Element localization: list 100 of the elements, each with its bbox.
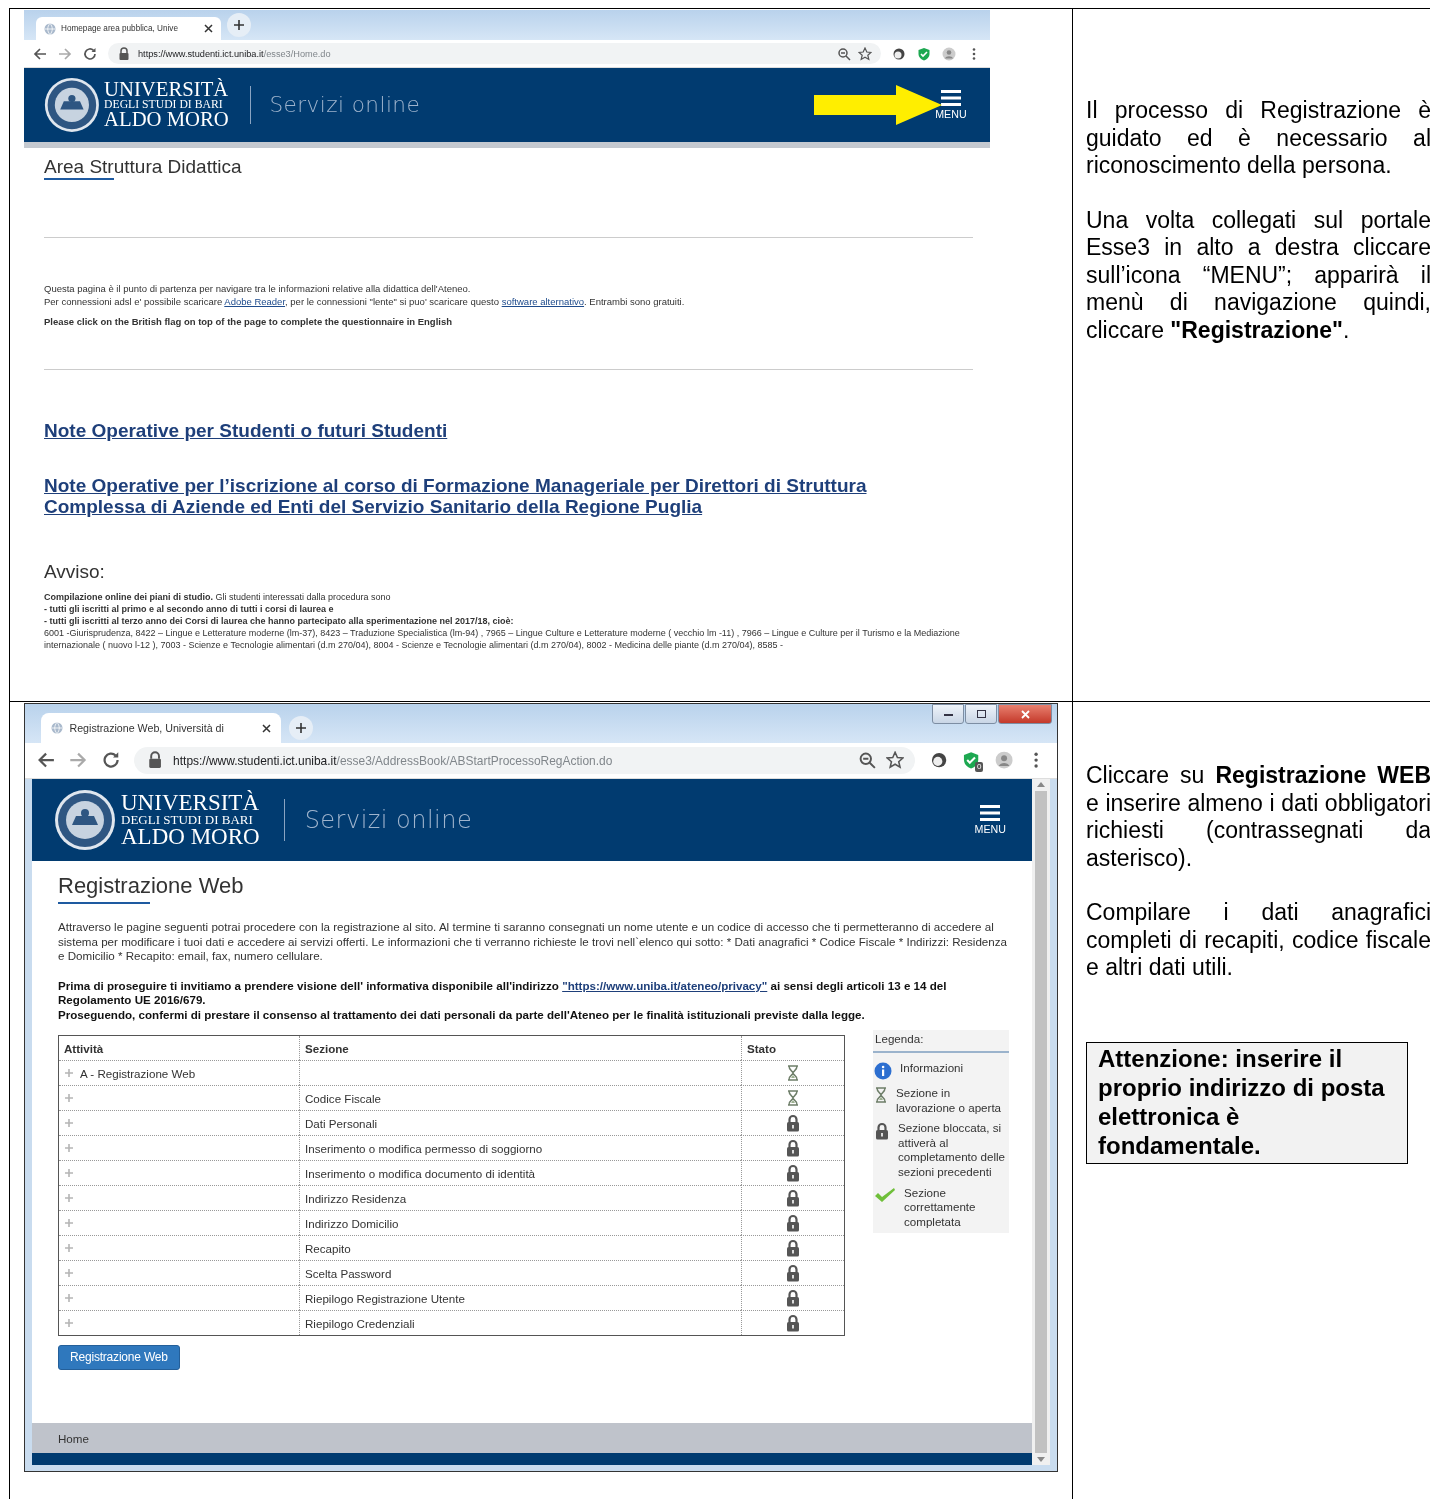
table-cell: Codice Fiscale	[299, 1085, 741, 1111]
lock-icon[interactable]	[117, 46, 131, 61]
back-icon[interactable]	[33, 46, 47, 61]
university-name: ALDO MORO	[104, 110, 229, 131]
lock-icon	[785, 1314, 801, 1333]
minimize-icon	[944, 712, 953, 716]
profile-icon[interactable]	[994, 751, 1013, 770]
lock-icon	[785, 1214, 801, 1233]
site-title: Servizi online	[269, 92, 421, 118]
lock-icon	[785, 1289, 801, 1308]
star-icon[interactable]	[858, 46, 872, 61]
hourglass-icon	[786, 1090, 800, 1107]
lock-icon	[785, 1114, 801, 1133]
table-cell: Recapito	[299, 1235, 741, 1261]
university-subtitle: DEGLI STUDI DI BARI	[104, 99, 224, 111]
note-paragraph: Una volta collegati sul portale Esse3 in alto a destra cliccare sull’icona “MENU”; apparirà il menù di navigazione quindi, cliccare "Registrazione".	[1086, 206, 1430, 344]
seal-icon	[43, 77, 100, 133]
scrollbar[interactable]	[1032, 779, 1050, 1465]
university-name: UNIVERSITÀ	[121, 792, 260, 814]
link[interactable]: Note Operative per l’iscrizione al corso di Formazione Manageriale per Direttori di Struttura Complessa di Aziende ed Enti del Servizio Sanitario della Regione Puglia	[44, 474, 924, 517]
menu-button[interactable]: MENU	[935, 89, 967, 121]
close-button[interactable]	[998, 704, 1052, 724]
university-name: ALDO MORO	[121, 826, 260, 849]
reload-icon[interactable]	[83, 46, 97, 61]
plus-icon	[295, 722, 306, 733]
notice-title: Avviso:	[44, 560, 106, 583]
info-text: Questa pagina è il punto di partenza per navigare tra le informazioni relative alla didattica dell'Ateneo.	[44, 281, 472, 295]
column-header: Attività	[63, 1040, 105, 1057]
menu-icon	[980, 804, 1001, 821]
menu-button[interactable]: MENU	[974, 804, 1006, 836]
warning-box: Attenzione: inserire il proprio indirizzo di posta elettronica è fondamentale.	[1086, 1041, 1408, 1164]
extension-icon[interactable]	[892, 46, 906, 61]
link[interactable]: Adobe Reader	[224, 295, 286, 307]
site-title: Servizi online	[304, 806, 473, 835]
browser-tab[interactable]: Registrazione Web, Università di	[40, 713, 282, 743]
hourglass-icon	[786, 1065, 800, 1082]
table-cell: Indirizzo Domicilio	[299, 1210, 741, 1236]
star-icon[interactable]	[885, 751, 904, 770]
zoom-icon[interactable]	[858, 751, 877, 770]
note-paragraph: Compilare i dati anagrafici completi di recapiti, codice fiscale e altri dati utili.	[1086, 899, 1430, 982]
privacy-text: Prima di proseguire ti invitiamo a prendere visione dell' informativa disponibile all'indirizzo "https://www.uniba.it/ateneo/privacy" ai sensi degli articoli 13 e 14 del Regolamento UE 2016/679.	[58, 978, 948, 1008]
zoom-icon[interactable]	[837, 46, 851, 61]
legend-text: Sezione bloccata, si attiverà al completamento delle sezioni precedenti	[898, 1121, 1006, 1180]
notice-text: Compilazione online dei piani di studio. Gli studenti interessati dalla procedura sono	[44, 590, 392, 603]
table-cell: Indirizzo Residenza	[299, 1185, 741, 1211]
close-icon	[1020, 709, 1030, 719]
legend-text: Sezione correttamente completata	[904, 1185, 977, 1230]
university-name: UNIVERSITÀ	[104, 79, 229, 100]
shield-icon[interactable]	[962, 751, 981, 770]
lock-icon	[785, 1139, 801, 1158]
check-icon	[874, 1186, 896, 1203]
column-header: Stato	[741, 1036, 844, 1061]
minimize-button[interactable]	[932, 704, 965, 724]
browser-tab[interactable]: Homepage area pubblica, Unive	[36, 17, 221, 40]
new-tab-button[interactable]	[227, 12, 251, 37]
intro-text: Attraverso le pagine seguenti potrai procedere con la registrazione al sito. Al termine ti saranno consegnati un nome utente e un codice di accesso che ti permetteranno di accedere al sistema per modificare i tuoi dati e accedere ai servizi offerti. Le informazioni che ti verranno richieste le trovi nell`elenco qui sotto: * Dati anagrafici * Codice Fiscale * Indirizzi: Residenza e Domicilio * Recapito: email, fax, numero cellulare.	[58, 920, 1008, 964]
link[interactable]: Note Operative per Studenti o futuri Studenti	[44, 419, 924, 441]
profile-icon[interactable]	[942, 46, 956, 61]
lock-icon	[874, 1122, 890, 1141]
activity-name: A - Registrazione Web	[80, 1066, 196, 1080]
column-header: Sezione	[299, 1036, 741, 1061]
notice-text: 6001 -Giurisprudenza, 8422 – Lingue e Letterature moderne (lm-37), 8423 – Traduzione Specialistica (lm-94) , 7965 – Lingue Culture e Letterature moderne ( vecchio lm -11) , 7966 – Lingue e Culture per il Turismo e la Mediazione internazionale ( nuovo l-12 ), 7003 - Scienze e Tecnologie alimentari (d.m 270/04), 8004 - Scienze e Tecnologie alimentari (d.m 270/04), 8002 - Medicina delle piante (d.m 270/04), 8585 -	[44, 626, 961, 651]
maximize-icon	[977, 710, 986, 718]
university-subtitle: DEGLI STUDI DI BARI	[121, 813, 254, 827]
table-cell: Riepilogo Registrazione Utente	[299, 1285, 741, 1311]
table-cell: Inserimento o modifica documento di identità	[299, 1160, 741, 1186]
extension-icon[interactable]	[929, 751, 948, 770]
table-cell: Scelta Password	[299, 1260, 741, 1286]
legend-text: Sezione in lavorazione o aperta	[896, 1086, 1003, 1116]
address-bar[interactable]: https://www.studenti.ict.uniba.it/esse3/AddressBook/ABStartProcessoRegAction.do	[134, 746, 916, 775]
seal-icon	[54, 789, 116, 852]
lock-icon	[785, 1239, 801, 1258]
close-icon[interactable]	[261, 723, 271, 733]
table-cell: Dati Personali	[299, 1110, 741, 1136]
url-text: https://www.studenti.ict.uniba.it/esse3/AddressBook/ABStartProcessoRegAction.do	[173, 753, 613, 768]
close-icon[interactable]	[204, 24, 213, 33]
registration-button[interactable]: Registrazione Web	[58, 1345, 180, 1371]
back-icon[interactable]	[36, 751, 55, 770]
note-paragraph: Il processo di Registrazione è guidato ed è necessario al riconoscimento della persona.	[1086, 97, 1430, 180]
lock-icon	[785, 1189, 801, 1208]
url-text: https://www.studenti.ict.uniba.it/esse3/Home.do	[138, 48, 331, 59]
scroll-down-icon[interactable]	[1037, 1457, 1045, 1463]
notice-text: - tutti gli iscritti al terzo anno dei Corsi di laurea che hanno partecipato alla sperimentazione nel 2017/18, cioè:	[44, 614, 515, 627]
legend-text: Informazioni	[900, 1061, 964, 1076]
tab-title: Homepage area pubblica, Unive	[61, 24, 179, 33]
maximize-button[interactable]	[965, 704, 998, 724]
hourglass-icon	[874, 1087, 888, 1104]
table-cell: Riepilogo Credenziali	[299, 1310, 741, 1336]
english-notice: Please click on the British flag on top of the page to complete the questionnaire in English	[44, 314, 454, 328]
menu-icon	[940, 89, 961, 106]
extension-badge: 0	[975, 762, 984, 773]
notice-text: - tutti gli iscritti al primo e al secondo anno di tutti i corsi di laurea e	[44, 602, 335, 615]
reload-icon[interactable]	[101, 751, 120, 770]
footer-link[interactable]: Home	[58, 1431, 89, 1445]
address-bar[interactable]: https://www.studenti.ict.uniba.it/esse3/Home.do	[108, 43, 881, 64]
new-tab-button[interactable]	[288, 715, 313, 740]
globe-icon	[51, 722, 63, 735]
globe-icon	[44, 22, 56, 35]
shield-icon[interactable]	[917, 46, 931, 61]
link[interactable]: "https://www.uniba.it/ateneo/privacy"	[562, 978, 768, 992]
